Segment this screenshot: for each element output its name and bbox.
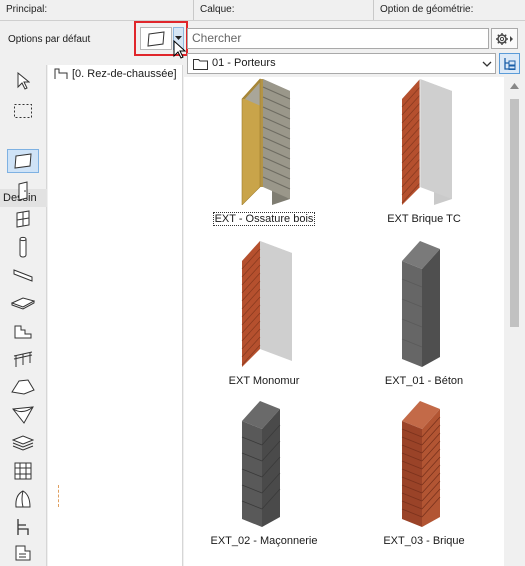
marquee-icon xyxy=(14,104,32,118)
search-input[interactable]: Chercher xyxy=(187,28,489,49)
shell-icon xyxy=(12,406,34,424)
marquee-tool[interactable] xyxy=(7,99,39,123)
principal-header: Principal: xyxy=(0,0,194,20)
navigator-panel: [0. Rez-de-chaussée] xyxy=(48,65,183,566)
morph-tool[interactable] xyxy=(7,487,39,511)
column-tool[interactable] xyxy=(7,235,39,259)
door-tool[interactable] xyxy=(7,179,39,203)
roof-tool[interactable] xyxy=(7,375,39,399)
gallery-item[interactable]: EXT Brique TC xyxy=(344,77,504,237)
stair-icon xyxy=(14,325,32,339)
scroll-thumb[interactable] xyxy=(510,99,519,327)
door-icon xyxy=(18,181,28,201)
mesh-icon xyxy=(12,435,34,451)
concrete-wall-thumbnail xyxy=(401,241,440,367)
arrow-icon xyxy=(17,72,30,90)
wall-type-label: EXT_02 - Maçonnerie xyxy=(210,535,318,547)
wall-type-label: EXT - Ossature bois xyxy=(212,212,316,226)
gallery-scrollbar[interactable] xyxy=(504,77,525,566)
roof-icon xyxy=(11,379,35,395)
wall-tool[interactable] xyxy=(7,149,39,173)
monomur-wall-thumbnail xyxy=(241,241,292,367)
slab-tool[interactable] xyxy=(7,291,39,315)
chair-icon xyxy=(17,519,29,535)
story-item[interactable]: [0. Rez-de-chaussée] xyxy=(54,68,177,80)
wall-type-label: EXT Monomur xyxy=(228,375,300,387)
curtain-wall-tool[interactable] xyxy=(7,459,39,483)
geometry-option-header: Option de géométrie: xyxy=(380,4,474,15)
story-icon xyxy=(54,68,68,79)
wall-shape-button[interactable] xyxy=(140,27,172,50)
folder-dropdown[interactable]: 01 - Porteurs xyxy=(187,53,496,74)
folder-tree-button[interactable] xyxy=(499,53,520,74)
wood-frame-wall-thumbnail xyxy=(241,78,291,205)
morph-icon xyxy=(15,490,31,508)
folder-tree-icon xyxy=(503,57,515,70)
scroll-up-icon[interactable] xyxy=(510,83,519,89)
mesh-tool[interactable] xyxy=(7,431,39,455)
railing-icon xyxy=(13,351,33,367)
wall-type-label: EXT_03 - Brique xyxy=(383,535,465,547)
stair-tool[interactable] xyxy=(7,319,39,343)
window-tool[interactable] xyxy=(7,207,39,231)
object-tool[interactable] xyxy=(7,515,39,539)
header-divider xyxy=(0,20,525,21)
curtain-wall-icon xyxy=(14,462,32,480)
zone-tool[interactable] xyxy=(7,541,39,565)
wall-type-label: EXT Brique TC xyxy=(387,213,461,225)
arrow-tool[interactable] xyxy=(7,69,39,93)
wall-icon xyxy=(14,153,32,169)
wall-type-label: EXT_01 - Béton xyxy=(384,375,464,387)
brick-only-wall-thumbnail xyxy=(401,401,441,527)
window-icon xyxy=(16,210,30,228)
beam-icon xyxy=(13,269,33,282)
zone-icon xyxy=(15,545,31,561)
brick-wall-thumbnail xyxy=(401,79,452,205)
shell-tool[interactable] xyxy=(7,403,39,427)
gallery-item[interactable]: EXT_03 - Brique xyxy=(344,399,504,559)
folder-icon xyxy=(193,59,208,70)
wall-type-gallery: EXT - Ossature bois EXT Brique TC EXT Mo… xyxy=(184,77,504,566)
layer-header: Calque: xyxy=(194,0,374,20)
splitter-marker xyxy=(58,485,59,507)
gallery-item[interactable]: EXT - Ossature bois xyxy=(184,77,344,237)
masonry-wall-thumbnail xyxy=(241,401,281,527)
story-label: [0. Rez-de-chaussée] xyxy=(72,68,177,80)
mouse-cursor-icon xyxy=(173,40,187,59)
gallery-item[interactable]: EXT_01 - Béton xyxy=(344,239,504,399)
default-options-label: Options par défaut xyxy=(8,34,91,45)
column-icon xyxy=(19,236,27,258)
slab-icon xyxy=(11,297,35,310)
toolbox: Dessin xyxy=(0,65,47,566)
gear-icon xyxy=(495,32,513,45)
wall-shape-icon xyxy=(147,30,165,47)
folder-name: 01 - Porteurs xyxy=(212,57,276,69)
search-settings-button[interactable] xyxy=(491,28,518,49)
beam-tool[interactable] xyxy=(7,263,39,287)
gallery-item[interactable]: EXT Monomur xyxy=(184,239,344,399)
chevron-down-icon xyxy=(482,61,492,67)
gallery-item[interactable]: EXT_02 - Maçonnerie xyxy=(184,399,344,559)
railing-tool[interactable] xyxy=(7,347,39,371)
